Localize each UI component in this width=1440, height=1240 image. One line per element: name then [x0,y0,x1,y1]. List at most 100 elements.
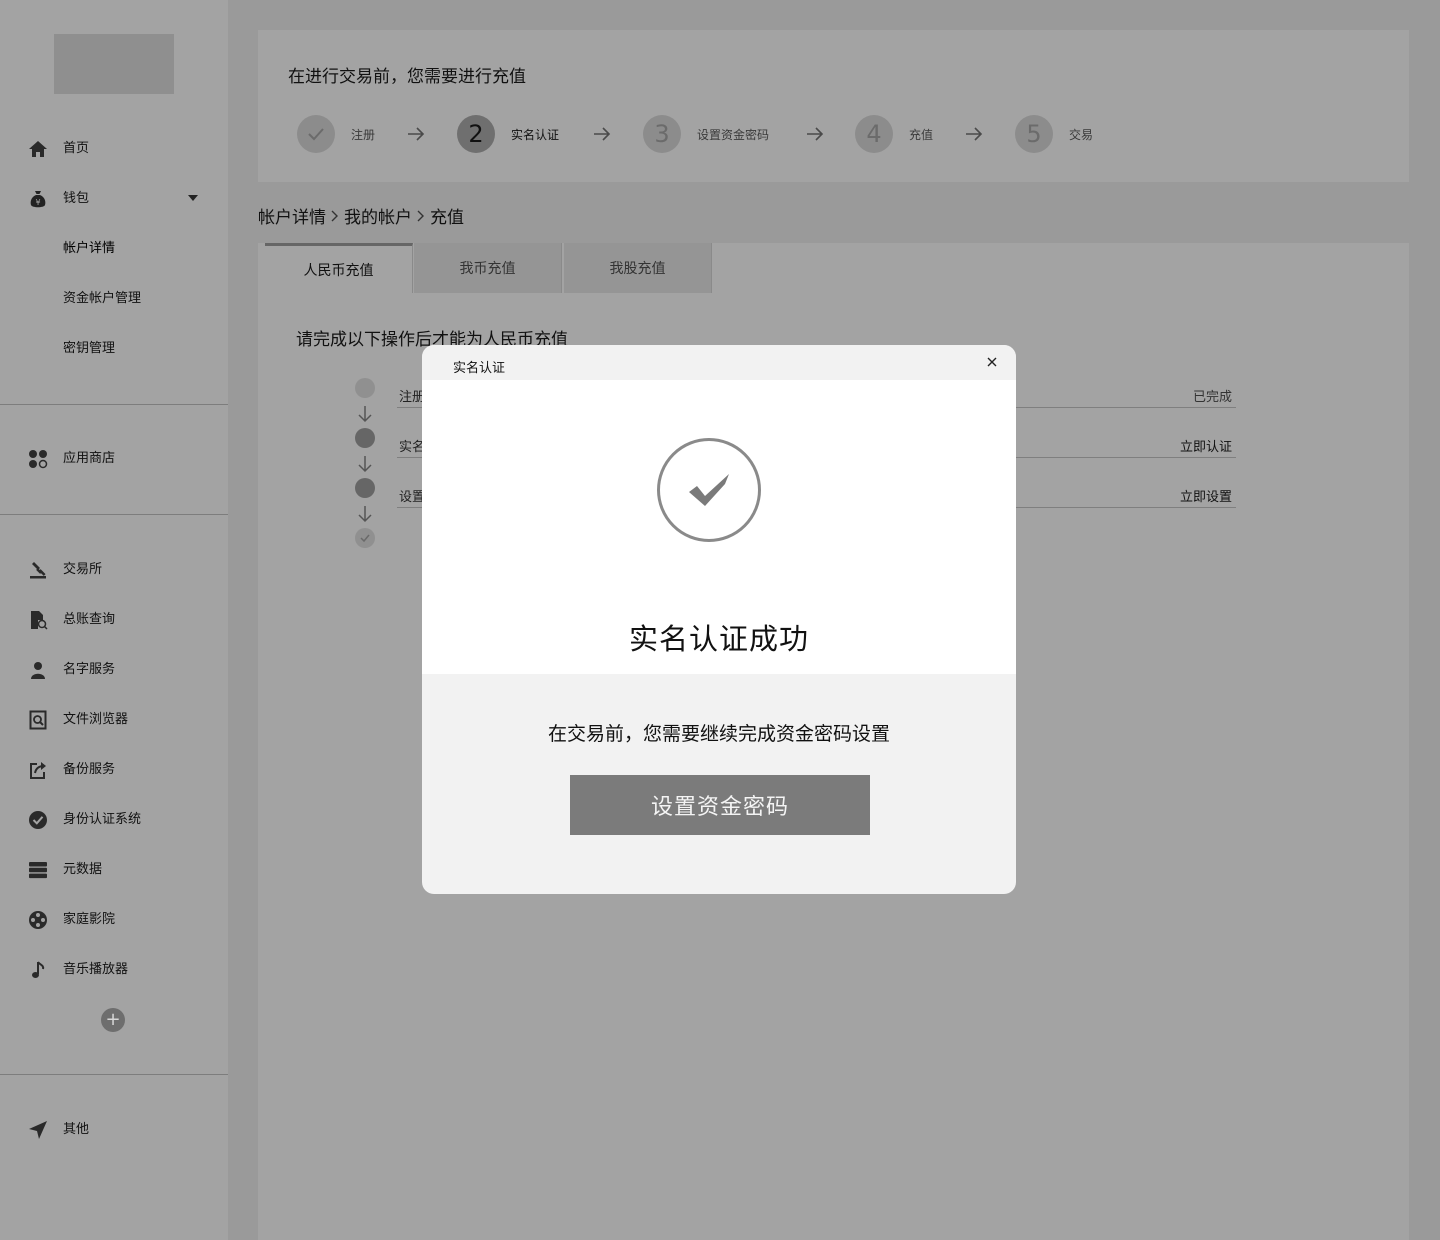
sidebar-item-label: 密钥管理 [63,341,116,356]
set-now-link[interactable]: 立即设置 [1180,486,1232,505]
modal-title: 实名认证 [453,361,506,376]
arrow-right-icon [408,127,425,141]
step-real-name: 2 实名认证 [457,114,559,154]
chevron-down-icon[interactable] [188,195,198,201]
sidebar-item-key-management[interactable]: 密钥管理 [0,329,228,369]
arrow-down-icon [358,506,372,523]
verify-now-link[interactable]: 立即认证 [1180,436,1232,455]
check-icon [355,528,375,548]
ledger-search-icon [28,610,48,630]
gavel-icon [28,560,48,580]
modal-body: 实名认证成功 [422,380,1016,674]
step-dot-done [355,378,375,398]
file-search-icon [28,710,48,730]
check-icon [297,115,335,153]
sidebar-item-exchange[interactable]: 交易所 [0,550,228,590]
arrow-down-icon [358,406,372,423]
step-trade: 5 交易 [1015,114,1093,154]
sidebar-item-label: 应用商店 [63,451,116,466]
sidebar-divider [0,1074,228,1075]
apps-icon [28,449,48,469]
sidebar-item-wallet[interactable]: ¥ 钱包 [0,179,228,219]
step-number: 5 [1015,115,1053,153]
database-icon [28,860,48,880]
sidebar-item-ledger-query[interactable]: 总账查询 [0,600,228,640]
sidebar-item-metadata[interactable]: 元数据 [0,850,228,890]
sidebar-item-label: 音乐播放器 [63,962,129,977]
success-check-icon [657,438,761,542]
share-icon [28,760,48,780]
sidebar-item-identity-system[interactable]: 身份认证系统 [0,800,228,840]
sidebar-item-backup-service[interactable]: 备份服务 [0,750,228,790]
svg-text:¥: ¥ [35,198,40,207]
requirement-status: 已完成 [1192,390,1232,405]
step-dot [355,428,375,448]
chevron-right-icon [330,209,340,223]
verified-icon [28,810,48,830]
steps-title: 在进行交易前，您需要进行充值 [288,67,526,87]
breadcrumb: 帐户详情 我的帐户 充值 [258,203,464,228]
sidebar-item-home-theater[interactable]: 家庭影院 [0,900,228,940]
arrow-right-icon [807,127,824,141]
person-icon [28,660,48,680]
logo [54,34,174,94]
music-note-icon [28,960,48,980]
sidebar-item-label: 帐户详情 [63,241,116,256]
sidebar-item-label: 元数据 [63,862,103,877]
step-register: 注册 [297,114,375,154]
sidebar-item-name-service[interactable]: 名字服务 [0,650,228,690]
sidebar-item-file-browser[interactable]: 文件浏览器 [0,700,228,740]
arrow-down-icon [358,456,372,473]
step-fund-password: 3 设置资金密码 [643,114,769,154]
breadcrumb-item-account-details[interactable]: 帐户详情 [258,203,326,228]
sidebar-item-label: 名字服务 [63,662,116,677]
sidebar-item-label: 交易所 [63,562,103,577]
sidebar-divider [0,404,228,405]
sidebar-item-label: 资金帐户管理 [63,291,142,306]
steps-panel: 在进行交易前，您需要进行充值 注册 2 实名认证 3 设置资金密码 4 充值 5… [258,30,1409,182]
step-number: 3 [643,115,681,153]
modal-header: 实名认证 [422,345,1016,380]
add-app-button[interactable]: + [101,1008,125,1032]
sidebar-item-label: 身份认证系统 [63,812,142,827]
sidebar-item-home[interactable]: 首页 [0,129,228,169]
sidebar-item-music-player[interactable]: 音乐播放器 [0,950,228,990]
tab-rmb-recharge[interactable]: 人民币充值 [265,243,413,293]
sidebar-item-label: 备份服务 [63,762,116,777]
arrow-right-icon [966,127,983,141]
chevron-right-icon [416,209,426,223]
sidebar-item-label: 首页 [63,141,90,156]
verification-modal: 实名认证 实名认证成功 在交易前，您需要继续完成资金密码设置 设置资金密码 [422,345,1016,894]
arrow-right-icon [594,127,611,141]
step-label: 充值 [909,127,934,142]
step-label: 注册 [351,127,376,142]
success-message: 实名认证成功 [628,622,809,656]
tab-coin-recharge[interactable]: 我币充值 [414,243,562,293]
sidebar-item-account-details[interactable]: 帐户详情 [0,229,228,269]
step-recharge: 4 充值 [855,114,933,154]
step-dot [355,478,375,498]
sidebar-item-label: 其他 [63,1122,90,1137]
breadcrumb-item-recharge: 充值 [430,208,464,228]
sidebar-item-label: 家庭影院 [63,912,116,927]
step-number: 2 [457,115,495,153]
film-reel-icon [28,910,48,930]
sidebar-item-label: 文件浏览器 [63,712,129,727]
navigation-arrow-icon [28,1120,48,1140]
set-fund-password-button[interactable]: 设置资金密码 [570,775,870,835]
step-label: 设置资金密码 [697,127,770,142]
money-bag-icon: ¥ [28,189,48,209]
tab-share-recharge[interactable]: 我股充值 [564,243,712,293]
sidebar-item-app-store[interactable]: 应用商店 [0,439,228,479]
sidebar-item-other[interactable]: 其他 [0,1110,228,1150]
step-number: 4 [855,115,893,153]
step-label: 实名认证 [511,127,560,142]
sidebar-divider [0,514,228,515]
sidebar-item-label: 总账查询 [63,612,116,627]
home-icon [28,139,48,159]
sidebar-item-fund-accounts[interactable]: 资金帐户管理 [0,279,228,319]
breadcrumb-item-my-account[interactable]: 我的帐户 [344,203,412,228]
step-label: 交易 [1069,127,1094,142]
close-icon[interactable] [985,355,999,369]
sidebar: 首页 ¥ 钱包 帐户详情 资金帐户管理 密钥管理 应用商店 交易所 总账查询 名… [0,0,228,1240]
